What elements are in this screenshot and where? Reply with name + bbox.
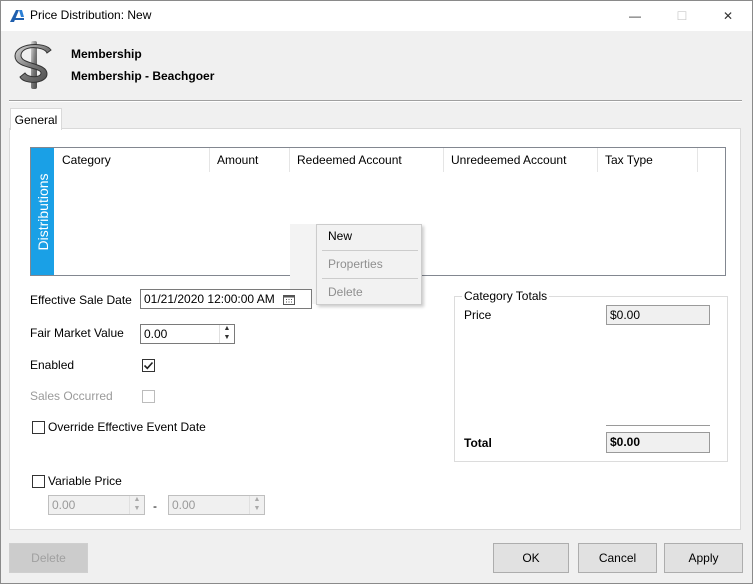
window-title: Price Distribution: New: [30, 8, 152, 22]
price-label: Price: [464, 308, 492, 322]
variable-price-max-input[interactable]: 0.00 ▲ ▼: [168, 495, 265, 515]
header-subtitle: Membership - Beachgoer: [71, 69, 215, 83]
context-menu-new[interactable]: New: [328, 229, 352, 243]
cancel-button[interactable]: Cancel: [578, 543, 657, 573]
distributions-side-label: Distributions: [31, 148, 54, 275]
column-header-amount[interactable]: Amount: [210, 148, 290, 172]
effective-sale-date-label: Effective Sale Date: [30, 293, 132, 307]
variable-price-min-input[interactable]: 0.00 ▲ ▼: [48, 495, 145, 515]
header-separator: [9, 100, 742, 102]
sales-occurred-checkbox[interactable]: [142, 390, 155, 403]
maximize-button[interactable]: ☐: [659, 1, 705, 31]
effective-sale-date-value: 01/21/2020 12:00:00 AM: [144, 292, 275, 306]
header-title: Membership: [71, 47, 142, 61]
effective-sale-date-input[interactable]: 01/21/2020 12:00:00 AM: [140, 289, 312, 309]
variable-price-checkbox[interactable]: [32, 475, 45, 488]
column-header-unredeemed-account[interactable]: Unredeemed Account: [444, 148, 598, 172]
variable-price-max-value: 0.00: [172, 498, 196, 512]
spin-down-icon[interactable]: ▼: [250, 505, 264, 514]
context-menu: New Properties Delete: [316, 224, 422, 305]
ok-button[interactable]: OK: [493, 543, 569, 573]
range-separator: -: [153, 499, 157, 513]
spin-up-icon[interactable]: ▲: [130, 496, 144, 505]
category-totals-title: Category Totals: [462, 289, 550, 303]
spin-up-icon[interactable]: ▲: [220, 325, 234, 334]
spin-up-icon[interactable]: ▲: [250, 496, 264, 505]
override-event-date-checkbox[interactable]: [32, 421, 45, 434]
price-value: $0.00: [606, 305, 710, 325]
totals-separator: [606, 425, 710, 426]
spin-down-icon[interactable]: ▼: [220, 334, 234, 343]
override-event-date-label: Override Effective Event Date: [48, 420, 206, 434]
column-header-category[interactable]: Category: [55, 148, 210, 172]
enabled-label: Enabled: [30, 358, 75, 372]
fair-market-value-stepper[interactable]: ▲ ▼: [219, 325, 234, 343]
fair-market-value-value: 0.00: [144, 327, 168, 341]
spin-down-icon[interactable]: ▼: [130, 505, 144, 514]
delete-button[interactable]: Delete: [9, 543, 88, 573]
column-header-redeemed-account[interactable]: Redeemed Account: [290, 148, 444, 172]
dollar-sign-icon: [14, 41, 52, 89]
fair-market-value-input[interactable]: 0.00 ▲ ▼: [140, 324, 235, 344]
calendar-icon[interactable]: [283, 294, 295, 305]
variable-price-label: Variable Price: [48, 474, 122, 488]
variable-price-min-value: 0.00: [52, 498, 76, 512]
total-value: $0.00: [606, 432, 710, 453]
variable-price-max-stepper[interactable]: ▲ ▼: [249, 496, 264, 514]
total-label: Total: [464, 436, 492, 450]
checkmark-icon: [143, 361, 154, 370]
apply-button[interactable]: Apply: [664, 543, 743, 573]
context-menu-properties[interactable]: Properties: [328, 257, 383, 271]
context-menu-separator: [322, 278, 418, 279]
close-button[interactable]: ✕: [705, 1, 751, 31]
column-header-tax-type[interactable]: Tax Type: [598, 148, 698, 172]
fair-market-value-label: Fair Market Value: [30, 326, 124, 340]
variable-price-min-stepper[interactable]: ▲ ▼: [129, 496, 144, 514]
context-menu-delete[interactable]: Delete: [328, 285, 363, 299]
distributions-label: Distributions: [34, 172, 51, 251]
tab-general[interactable]: General: [10, 108, 62, 130]
grid-header: Category Amount Redeemed Account Unredee…: [55, 148, 698, 172]
app-logo-icon: [10, 10, 24, 22]
enabled-checkbox[interactable]: [142, 359, 155, 372]
minimize-button[interactable]: —: [612, 1, 658, 31]
sales-occurred-label: Sales Occurred: [30, 389, 113, 403]
context-menu-separator: [322, 250, 418, 251]
